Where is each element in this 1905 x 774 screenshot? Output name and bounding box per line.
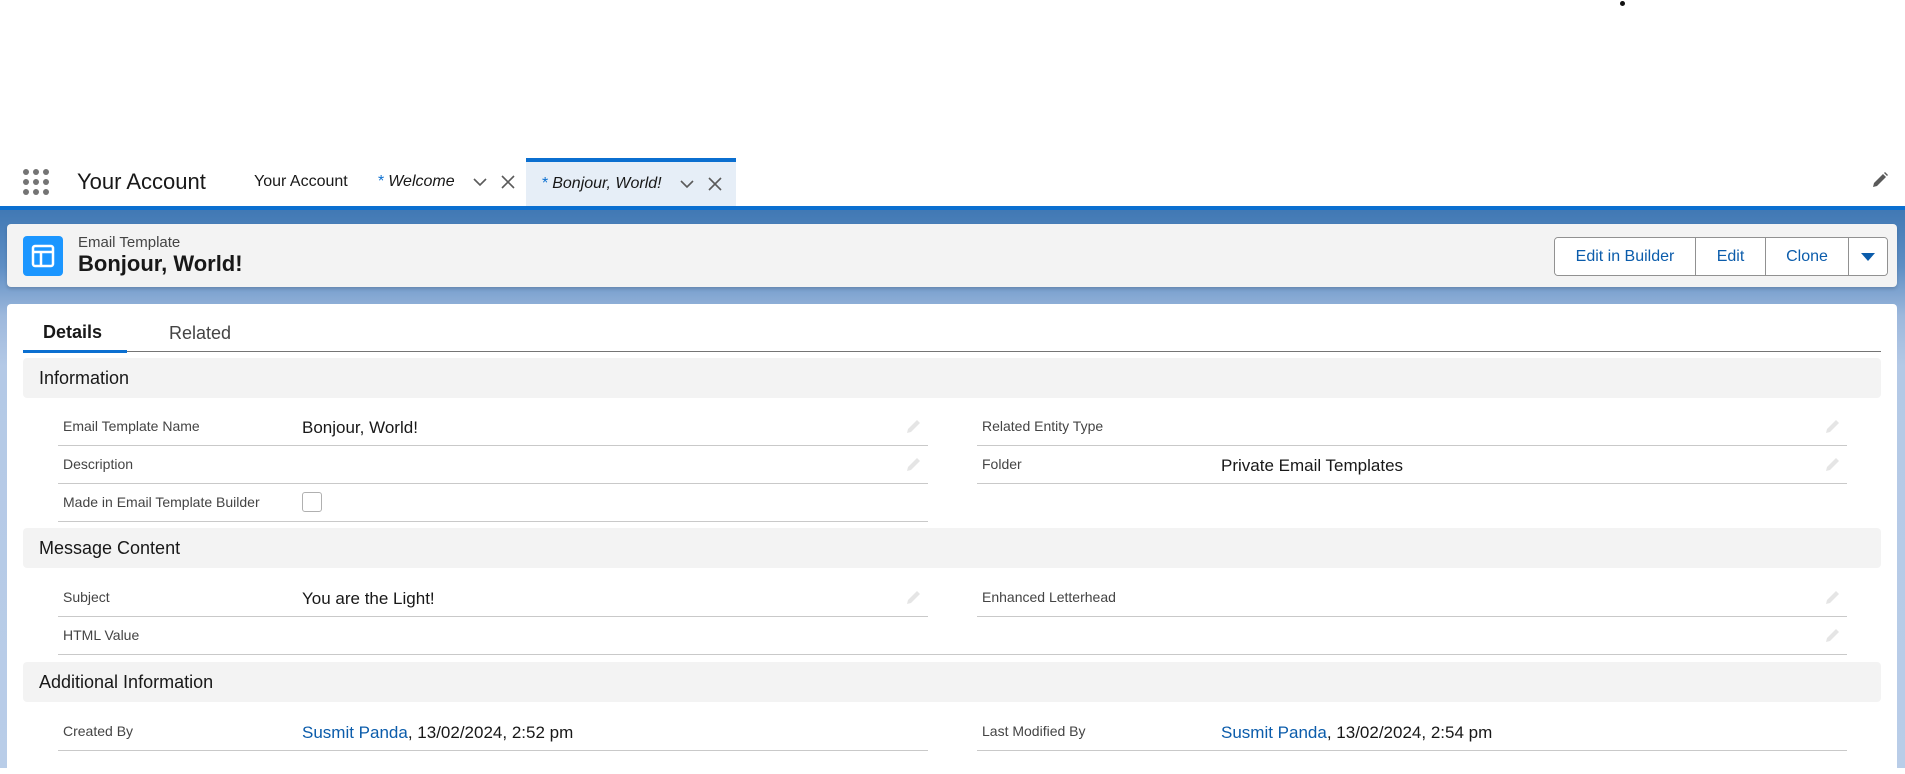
close-icon[interactable] xyxy=(704,173,726,195)
field-label: Folder xyxy=(982,456,1022,472)
field-label: Description xyxy=(63,456,134,472)
tab-details[interactable]: Details xyxy=(23,314,127,353)
caret-down-icon xyxy=(1861,252,1875,261)
navigation-bar: Your Account Your Account * Welcome * Bo… xyxy=(0,158,1905,206)
tab-related[interactable]: Related xyxy=(149,314,251,352)
record-detail-card: Details Related Information Email Templa… xyxy=(7,304,1897,774)
field-related-entity-type: Related Entity Type xyxy=(977,408,1847,446)
chevron-down-icon[interactable] xyxy=(676,173,698,195)
close-icon[interactable] xyxy=(497,171,519,193)
nav-tab-label: Welcome xyxy=(388,173,455,190)
section-title: Message Content xyxy=(39,538,181,558)
edit-pencil-icon[interactable] xyxy=(1825,627,1841,643)
section-information[interactable]: Information xyxy=(23,358,1881,398)
created-timestamp: , 13/02/2024, 2:52 pm xyxy=(407,723,574,742)
unsaved-marker: * xyxy=(378,173,385,190)
edit-button[interactable]: Edit xyxy=(1696,238,1766,275)
section-title: Additional Information xyxy=(39,672,214,692)
field-last-modified-by: Last Modified By Susmit Panda, 13/02/202… xyxy=(977,713,1847,751)
edit-pencil-icon[interactable] xyxy=(1825,418,1841,434)
object-type-label: Email Template xyxy=(78,234,181,251)
edit-pencil-icon[interactable] xyxy=(906,589,922,605)
field-value: You are the Light! xyxy=(302,589,435,608)
nav-tab-your-account[interactable]: Your Account xyxy=(254,158,348,206)
field-label: Last Modified By xyxy=(982,723,1086,739)
edit-nav-pencil-icon[interactable] xyxy=(1871,171,1891,191)
app-name: Your Account xyxy=(77,169,206,194)
field-label: Enhanced Letterhead xyxy=(982,589,1116,605)
email-template-icon xyxy=(23,236,63,276)
last-modified-user-link[interactable]: Susmit Panda xyxy=(1221,723,1327,742)
field-value: Private Email Templates xyxy=(1221,456,1404,475)
edit-pencil-icon[interactable] xyxy=(1825,456,1841,472)
field-value: Bonjour, World! xyxy=(302,418,418,437)
section-message-content[interactable]: Message Content xyxy=(23,528,1881,568)
edit-in-builder-button[interactable]: Edit in Builder xyxy=(1555,238,1696,275)
field-description: Description xyxy=(58,446,928,484)
blank-area xyxy=(0,0,1905,158)
modified-timestamp: , 13/02/2024, 2:54 pm xyxy=(1326,723,1493,742)
field-label: Made in Email Template Builder xyxy=(63,494,260,510)
field-subject: Subject You are the Light! xyxy=(58,579,928,617)
chevron-down-icon[interactable] xyxy=(469,171,491,193)
edit-pencil-icon[interactable] xyxy=(906,418,922,434)
field-enhanced-letterhead: Enhanced Letterhead xyxy=(977,579,1847,617)
app-launcher-icon[interactable] xyxy=(22,168,50,196)
field-label: Created By xyxy=(63,723,134,739)
created-by-user-link[interactable]: Susmit Panda xyxy=(302,723,408,742)
field-label: Related Entity Type xyxy=(982,418,1104,434)
section-title: Information xyxy=(39,368,130,388)
clone-button[interactable]: Clone xyxy=(1766,238,1849,275)
field-label: HTML Value xyxy=(63,627,140,643)
field-label: Email Template Name xyxy=(63,418,200,434)
edit-pencil-icon[interactable] xyxy=(906,456,922,472)
more-actions-button[interactable] xyxy=(1849,238,1887,275)
field-created-by: Created By Susmit Panda, 13/02/2024, 2:5… xyxy=(58,713,928,751)
unsaved-marker: * xyxy=(542,175,549,192)
record-title: Bonjour, World! xyxy=(78,251,243,276)
edit-pencil-icon[interactable] xyxy=(1825,589,1841,605)
action-button-group: Edit in Builder Edit Clone xyxy=(1554,237,1888,276)
cursor-dot xyxy=(1620,1,1625,6)
field-value: Susmit Panda, 13/02/2024, 2:52 pm xyxy=(302,723,573,743)
record-tabs: Details Related xyxy=(23,314,1881,353)
field-label: Subject xyxy=(63,589,110,605)
nav-tab-label: Your Account xyxy=(254,173,348,190)
nav-tab-bonjour-world[interactable]: * Bonjour, World! xyxy=(526,158,736,206)
nav-tab-welcome[interactable]: * Welcome xyxy=(378,158,519,206)
made-in-builder-checkbox xyxy=(302,492,322,512)
record-header: Email Template Bonjour, World! Edit in B… xyxy=(7,224,1897,287)
field-html-value: HTML Value xyxy=(58,617,1847,655)
field-made-in-builder: Made in Email Template Builder xyxy=(58,484,928,522)
brand-line xyxy=(0,206,1905,210)
nav-tab-label: Bonjour, World! xyxy=(552,175,662,192)
field-email-template-name: Email Template Name Bonjour, World! xyxy=(58,408,928,446)
section-additional-information[interactable]: Additional Information xyxy=(23,662,1881,702)
field-value: Susmit Panda, 13/02/2024, 2:54 pm xyxy=(1221,723,1492,743)
field-folder: Folder Private Email Templates xyxy=(977,446,1847,484)
